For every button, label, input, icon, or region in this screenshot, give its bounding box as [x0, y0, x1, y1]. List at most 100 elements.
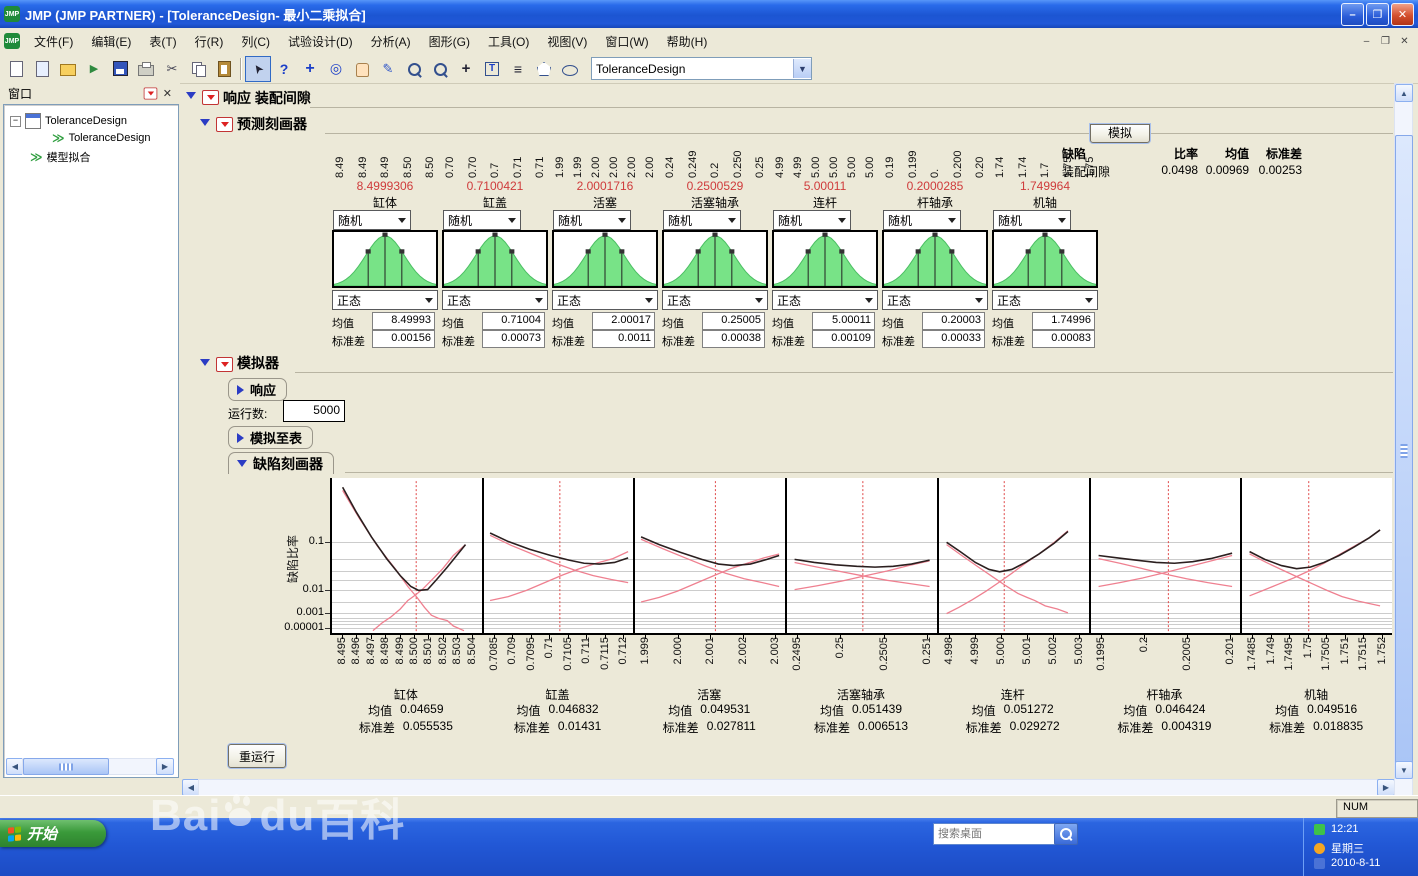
magnifier-button[interactable] [401, 56, 427, 82]
new-journal-button[interactable] [29, 56, 55, 82]
runs-input[interactable]: 5000 [283, 400, 345, 422]
menu-item-5[interactable]: 试验设计(D) [279, 29, 362, 54]
sd-input[interactable]: 0.00073 [482, 330, 545, 348]
defect-plot-4[interactable] [937, 478, 1091, 633]
mdi-close-button[interactable]: ✕ [1395, 33, 1414, 50]
simulator-disclosure-icon[interactable] [200, 359, 210, 366]
mean-input[interactable]: 5.00011 [812, 312, 875, 330]
arrow-cursor-button[interactable]: ➤ [245, 56, 271, 82]
window-panel-menu-button[interactable] [143, 88, 157, 100]
menu-item-9[interactable]: 视图(V) [538, 29, 596, 54]
restore-button[interactable]: ❐ [1366, 3, 1389, 26]
menu-item-3[interactable]: 行(R) [186, 29, 233, 54]
mean-input[interactable]: 1.74996 [1032, 312, 1095, 330]
chevron-down-icon[interactable] [508, 218, 516, 227]
sd-input[interactable]: 0.0011 [592, 330, 655, 348]
menu-item-2[interactable]: 表(T) [140, 29, 185, 54]
random-combobox[interactable]: 随机 [333, 210, 411, 230]
menu-item-11[interactable]: 帮助(H) [658, 29, 717, 54]
main-scroll-up-button[interactable]: ▲ [1395, 84, 1413, 102]
distribution-combobox[interactable]: 正态 [662, 290, 768, 310]
tree-item-tolerancedesign[interactable]: ≫ToleranceDesign [52, 131, 151, 145]
sd-input[interactable]: 0.00038 [702, 330, 765, 348]
lines-tool-button[interactable]: ≡ [505, 56, 531, 82]
profiler-menu-button[interactable] [216, 117, 233, 132]
main-scroll-down-button[interactable]: ▼ [1395, 761, 1413, 779]
sidebar-scrollbar-thumb[interactable] [23, 758, 109, 775]
chevron-down-icon[interactable] [535, 298, 543, 307]
crosshair-button[interactable]: ◎ [323, 56, 349, 82]
sd-input[interactable]: 0.00109 [812, 330, 875, 348]
chevron-down-icon[interactable] [838, 218, 846, 227]
sd-input[interactable]: 0.00083 [1032, 330, 1095, 348]
close-button[interactable]: ✕ [1391, 3, 1414, 26]
chevron-down-icon[interactable]: ▼ [793, 59, 811, 78]
main-vscrollbar-thumb[interactable] [1395, 135, 1413, 767]
chevron-down-icon[interactable] [398, 218, 406, 227]
distribution-combobox[interactable]: 正态 [772, 290, 878, 310]
plus-tool-button[interactable]: + [453, 56, 479, 82]
help-button[interactable]: ? [271, 56, 297, 82]
grabber-hand-button[interactable] [349, 56, 375, 82]
window-panel-close-icon[interactable]: ✕ [163, 87, 172, 100]
random-combobox[interactable]: 随机 [883, 210, 961, 230]
cut-button[interactable]: ✂ [159, 56, 185, 82]
mean-input[interactable]: 8.49993 [372, 312, 435, 330]
paste-button[interactable] [211, 56, 237, 82]
distribution-combobox[interactable]: 正态 [552, 290, 658, 310]
mean-input[interactable]: 0.71004 [482, 312, 545, 330]
defect-profiler-header[interactable]: 缺陷刻画器 [228, 452, 334, 474]
defect-profiler-disclosure-icon[interactable] [237, 460, 247, 467]
polygon-lasso-button[interactable] [531, 56, 557, 82]
zoom-magnifier-button[interactable] [427, 56, 453, 82]
desktop-search-input[interactable] [933, 823, 1063, 845]
chevron-down-icon[interactable] [728, 218, 736, 227]
profiler-disclosure-icon[interactable] [200, 119, 210, 126]
defect-plot-3[interactable] [785, 478, 939, 633]
response-menu-button[interactable] [202, 90, 219, 105]
defect-plot-2[interactable] [633, 478, 787, 633]
distribution-plot-6[interactable] [992, 230, 1098, 288]
chevron-down-icon[interactable] [618, 218, 626, 227]
new-file-button[interactable] [3, 56, 29, 82]
chevron-down-icon[interactable] [425, 298, 433, 307]
chevron-down-icon[interactable] [755, 298, 763, 307]
random-combobox[interactable]: 随机 [553, 210, 631, 230]
defect-plot-1[interactable] [482, 478, 636, 633]
sd-input[interactable]: 0.00156 [372, 330, 435, 348]
distribution-plot-2[interactable] [552, 230, 658, 288]
tree-expander-icon[interactable]: − [10, 116, 21, 127]
distribution-plot-0[interactable] [332, 230, 438, 288]
main-scroll-right-button[interactable]: ▶ [1377, 779, 1395, 796]
ellipse-lasso-button[interactable] [557, 56, 583, 82]
tree-item-tolerancedesign[interactable]: −ToleranceDesign [10, 113, 127, 129]
open-folder-button[interactable] [55, 56, 81, 82]
distribution-plot-5[interactable] [882, 230, 988, 288]
brush-button[interactable]: ✎ [375, 56, 401, 82]
random-combobox[interactable]: 随机 [773, 210, 851, 230]
chevron-down-icon[interactable] [1058, 218, 1066, 227]
move-button[interactable]: + [297, 56, 323, 82]
distribution-combobox[interactable]: 正态 [992, 290, 1098, 310]
menu-item-0[interactable]: 文件(F) [25, 29, 82, 54]
response-section-button[interactable]: 响应 [228, 378, 287, 401]
mdi-minimize-button[interactable]: – [1357, 33, 1376, 50]
defect-plot-6[interactable] [1240, 478, 1394, 633]
distribution-combobox[interactable]: 正态 [442, 290, 548, 310]
defect-plot-5[interactable] [1089, 478, 1243, 633]
mean-input[interactable]: 0.20003 [922, 312, 985, 330]
save-button[interactable] [107, 56, 133, 82]
mean-input[interactable]: 0.25005 [702, 312, 765, 330]
rerun-button[interactable]: 重运行 [228, 744, 286, 768]
chevron-down-icon[interactable] [865, 298, 873, 307]
distribution-plot-1[interactable] [442, 230, 548, 288]
menu-item-1[interactable]: 编辑(E) [82, 29, 140, 54]
distribution-plot-3[interactable] [662, 230, 768, 288]
simulator-menu-button[interactable] [216, 357, 233, 372]
menu-item-10[interactable]: 窗口(W) [596, 29, 657, 54]
menu-item-6[interactable]: 分析(A) [362, 29, 420, 54]
distribution-combobox[interactable]: 正态 [332, 290, 438, 310]
chevron-down-icon[interactable] [948, 218, 956, 227]
distribution-plot-4[interactable] [772, 230, 878, 288]
menu-item-7[interactable]: 图形(G) [420, 29, 479, 54]
